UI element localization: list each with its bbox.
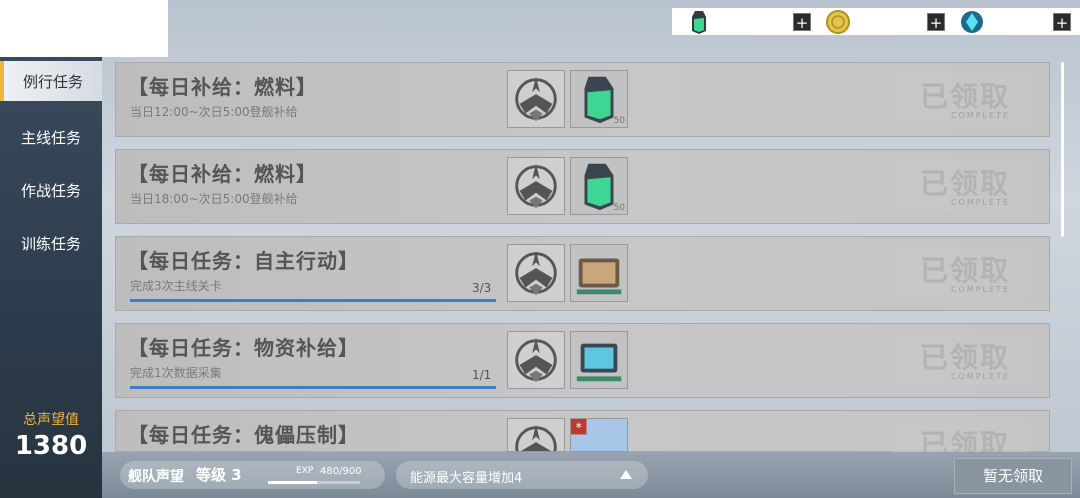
stamp-text: 已领取 xyxy=(919,428,1010,453)
task-title: 【每日补给：燃料】 xyxy=(128,75,317,99)
add-gem-button[interactable]: + xyxy=(1053,12,1071,32)
stamp-text: 已领取 xyxy=(919,167,1010,200)
completed-stamp: 已领取 COMPLETE xyxy=(892,73,1030,125)
info-text: 能源最大容量增加4 xyxy=(410,471,523,486)
add-fuel-button[interactable]: + xyxy=(793,12,811,32)
reward-item[interactable] xyxy=(570,331,628,389)
sidebar-item-label: 主线任务 xyxy=(20,129,81,147)
svg-text:*: * xyxy=(576,420,582,435)
stamp-subtext: COMPLETE xyxy=(950,111,1010,120)
sidebar: 例行任务 主线任务 作战任务 训练任务 总声望值 1380 xyxy=(0,57,102,498)
task-description: 当日12:00~次日5:00登舰补给 xyxy=(130,105,298,119)
expand-up-icon[interactable] xyxy=(620,470,632,479)
prestige-label: 总声望值 xyxy=(23,412,79,428)
exp-bar-fill xyxy=(268,481,318,484)
stamp-text: 已领取 xyxy=(919,80,1010,113)
completed-stamp: 已领取 COMPLETE xyxy=(892,247,1030,299)
reward-quantity: 50 xyxy=(613,203,625,213)
fleet-emblem-icon xyxy=(507,157,565,215)
stamp-subtext: COMPLETE xyxy=(950,198,1010,207)
stamp-text: 已领取 xyxy=(919,341,1010,374)
stamp-subtext: COMPLETE xyxy=(950,372,1010,381)
completed-stamp: 已领取 COMPLETE xyxy=(892,160,1030,212)
stamp-subtext: COMPLETE xyxy=(950,285,1010,294)
task-card[interactable]: 【每日补给：燃料】当日12:00~次日5:00登舰补给 50 已领取 COMPLETE xyxy=(115,62,1050,137)
reward-item[interactable] xyxy=(570,244,628,302)
fleet-prestige-label: 舰队声望 xyxy=(128,469,184,485)
reward-quantity: 50 xyxy=(613,116,625,126)
fuel-icon xyxy=(692,10,706,34)
reward-item[interactable]: 50 xyxy=(570,157,628,215)
exp-value: 480/900 xyxy=(320,466,362,477)
gem-icon xyxy=(961,10,983,33)
gem-resource xyxy=(959,8,985,35)
task-card[interactable]: 【每日补给：燃料】当日18:00~次日5:00登舰补给 50 已领取 COMPLETE xyxy=(115,149,1050,224)
completed-stamp: 已领取 COMPLETE xyxy=(892,334,1030,386)
fleet-emblem-icon xyxy=(507,244,565,302)
task-description: 完成1次数据采集 xyxy=(130,366,222,380)
sidebar-item-label: 作战任务 xyxy=(20,182,81,200)
exp-label: EXP xyxy=(296,466,314,476)
task-title: 【每日任务：自主行动】 xyxy=(128,249,359,273)
sidebar-item-label: 例行任务 xyxy=(22,72,83,91)
task-description: 当日18:00~次日5:00登舰补给 xyxy=(130,192,298,206)
completed-stamp: 已领取 xyxy=(892,421,1030,453)
coin-resource xyxy=(825,8,851,35)
fleet-emblem-icon xyxy=(507,331,565,389)
claim-all-button[interactable]: 暂无领取 xyxy=(954,458,1072,494)
reward-item[interactable]: 50 xyxy=(570,70,628,128)
task-progress-bar xyxy=(130,299,496,302)
task-card[interactable]: 【每日任务：自主行动】完成3次主线关卡 3/3 已领取 COMPLETE xyxy=(115,236,1050,311)
coin-icon xyxy=(826,9,850,34)
resource-bar: + + + xyxy=(672,8,1080,35)
sidebar-item-training[interactable]: 训练任务 xyxy=(0,217,102,270)
sidebar-item-main[interactable]: 主线任务 xyxy=(0,111,102,164)
header-blank-area xyxy=(0,0,168,57)
task-description: 完成3次主线关卡 xyxy=(130,279,222,293)
prestige-value: 1380 xyxy=(14,431,88,461)
scrollbar[interactable] xyxy=(1061,62,1064,237)
total-prestige: 总声望值 1380 xyxy=(0,409,102,461)
sidebar-item-label: 训练任务 xyxy=(20,235,81,253)
stamp-text: 已领取 xyxy=(919,254,1010,287)
task-progress: 1/1 xyxy=(472,368,492,382)
add-coin-button[interactable]: + xyxy=(927,12,945,32)
task-title: 【每日任务：傀儡压制】 xyxy=(128,423,359,447)
task-title: 【每日补给：燃料】 xyxy=(128,162,317,186)
fleet-emblem-icon xyxy=(507,418,565,452)
task-title: 【每日任务：物资补给】 xyxy=(128,336,359,360)
sidebar-item-battle[interactable]: 作战任务 xyxy=(0,164,102,217)
fuel-resource xyxy=(686,8,712,35)
task-progress-bar xyxy=(130,386,496,389)
fleet-level: 等级 3 xyxy=(196,466,242,484)
task-card[interactable]: 【每日任务：傀儡压制】 * 已领取 xyxy=(115,410,1050,453)
reward-item[interactable]: * xyxy=(570,418,628,452)
sidebar-item-routine[interactable]: 例行任务 xyxy=(0,61,102,101)
task-card[interactable]: 【每日任务：物资补给】完成1次数据采集 1/1 已领取 COMPLETE xyxy=(115,323,1050,398)
fleet-emblem-icon xyxy=(507,70,565,128)
task-progress: 3/3 xyxy=(472,281,492,295)
